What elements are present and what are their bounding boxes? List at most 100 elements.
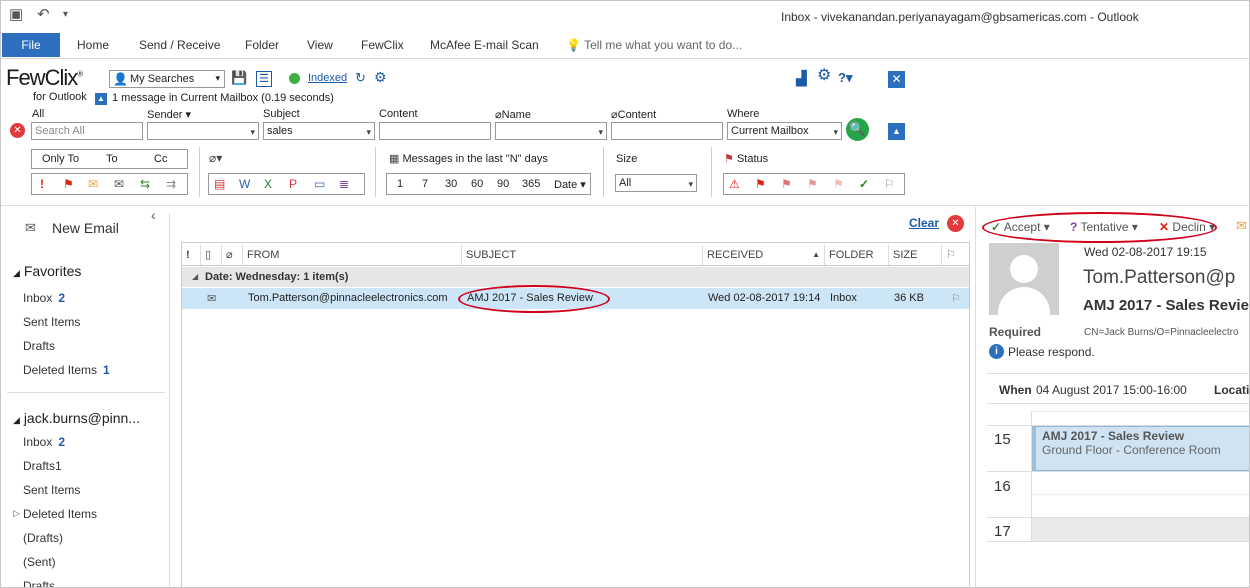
close-toolbar-icon[interactable]: ✕ — [888, 71, 905, 88]
clear-link[interactable]: Clear — [909, 216, 939, 230]
search-all-input[interactable]: Search All — [31, 122, 143, 140]
tab-mcafee[interactable]: McAfee E-mail Scan — [430, 38, 539, 52]
list-icon[interactable]: ☰ — [256, 71, 272, 87]
size-select[interactable]: All — [615, 174, 697, 192]
days-30-button[interactable]: 30 — [445, 178, 457, 190]
complete-check-icon[interactable]: ✓ — [859, 177, 869, 191]
flag-tomorrow-icon[interactable]: ⚑ — [807, 177, 818, 191]
collapse-group-icon[interactable]: ◢ — [192, 272, 198, 281]
content-input[interactable] — [379, 122, 491, 140]
warning-icon[interactable]: ⚠ — [729, 177, 740, 191]
excel-icon[interactable]: X — [264, 177, 272, 191]
attachment-content-input[interactable] — [611, 122, 723, 140]
undo-icon[interactable]: ↶ — [37, 5, 50, 23]
col-document-icon[interactable]: ▯ — [201, 245, 222, 265]
my-searches-dropdown[interactable]: 👤 My Searches ▾ — [109, 70, 225, 88]
days-365-button[interactable]: 365 — [522, 178, 540, 190]
favorites-header[interactable]: ◢ Favorites — [13, 263, 81, 279]
where-select[interactable]: Current Mailbox — [727, 122, 842, 140]
col-flag[interactable]: ⚐ — [942, 245, 969, 265]
group-header[interactable]: ◢ Date: Wednesday: 1 item(s) — [182, 267, 969, 287]
tab-home[interactable]: Home — [77, 38, 109, 52]
powerpoint-icon[interactable]: P — [289, 177, 297, 191]
options-gear-icon[interactable]: ⚙ — [817, 68, 831, 84]
replied-icon[interactable]: ⇆ — [140, 177, 150, 191]
unread-envelope-icon[interactable]: ✉ — [88, 177, 98, 191]
days-90-button[interactable]: 90 — [497, 178, 509, 190]
cc-button[interactable]: Cc — [154, 153, 167, 165]
flag-week-icon[interactable]: ⚑ — [833, 177, 844, 191]
new-email-button[interactable]: New Email — [52, 220, 119, 236]
flag-icon[interactable]: ⚑ — [63, 177, 74, 191]
col-subject[interactable]: SUBJECT — [462, 245, 703, 265]
message-subject: AMJ 2017 - Sales Review — [1083, 297, 1250, 314]
acct-inbox[interactable]: Inbox 2 — [23, 435, 65, 449]
fav-drafts[interactable]: Drafts — [23, 339, 55, 353]
date-dropdown[interactable]: Date ▾ — [554, 178, 586, 191]
acct-drafts-paren[interactable]: (Drafts) — [23, 531, 63, 545]
acct-drafts1[interactable]: Drafts1 — [23, 459, 62, 473]
fav-deleted-items[interactable]: Deleted Items 1 — [23, 363, 110, 377]
calendar-event[interactable]: AMJ 2017 - Sales Review Ground Floor - C… — [1032, 426, 1249, 471]
attachment-menu-icon[interactable]: ⌀▾ — [209, 151, 222, 165]
col-importance[interactable]: ! — [182, 245, 201, 265]
collapse-nav-icon[interactable]: ‹ — [151, 207, 156, 223]
sender-input[interactable] — [147, 122, 259, 140]
tab-view[interactable]: View — [307, 38, 333, 52]
respond-icon[interactable]: ✉ — [1236, 218, 1247, 234]
col-attachment-icon[interactable]: ⌀ — [222, 245, 243, 265]
clear-search-icon[interactable]: ✕ — [10, 123, 25, 138]
indexed-link[interactable]: Indexed — [308, 72, 347, 84]
search-button-icon[interactable]: 🔍 — [846, 118, 869, 141]
fav-sent-items[interactable]: Sent Items — [23, 315, 80, 329]
row-flag-icon[interactable]: ⚐ — [951, 292, 961, 305]
account-header[interactable]: ◢ jack.burns@pinn... — [13, 410, 140, 426]
clear-results-icon[interactable]: ✕ — [947, 215, 964, 232]
image-icon[interactable]: ▭ — [314, 177, 325, 191]
col-from[interactable]: FROM — [243, 245, 462, 265]
col-size[interactable]: SIZE — [889, 245, 942, 265]
importance-icon[interactable]: ! — [40, 177, 44, 191]
tab-fewclix[interactable]: FewClix — [361, 38, 404, 52]
col-received[interactable]: RECEIVED ▲ — [703, 245, 825, 265]
location-label: Locatio — [1214, 383, 1250, 397]
flag-red-icon[interactable]: ⚑ — [755, 177, 766, 191]
expand-up-icon[interactable]: ▲ — [888, 123, 905, 140]
sender-avatar — [989, 243, 1059, 315]
attachment-name-input[interactable] — [495, 122, 607, 140]
pdf-icon[interactable]: ▤ — [214, 177, 225, 191]
fav-inbox[interactable]: Inbox 2 — [23, 291, 65, 305]
acct-sent-paren[interactable]: (Sent) — [23, 555, 56, 569]
help-icon[interactable]: ?▾ — [838, 71, 852, 85]
acct-drafts[interactable]: Drafts — [23, 579, 55, 587]
outlook-app-icon[interactable]: ▣ — [9, 5, 23, 23]
chevron-down-icon: ▾ — [215, 73, 220, 83]
collapse-toolbar-icon[interactable]: ▲ — [95, 93, 107, 105]
tab-send-receive[interactable]: Send / Receive — [139, 38, 220, 52]
only-to-button[interactable]: Only To — [42, 153, 79, 165]
save-search-icon[interactable]: 💾 — [231, 71, 247, 85]
acct-deleted-items[interactable]: Deleted Items — [23, 507, 97, 521]
flag-none-icon[interactable]: ⚐ — [884, 177, 895, 191]
tab-file[interactable]: File — [2, 33, 60, 57]
flag-today-icon[interactable]: ⚑ — [781, 177, 792, 191]
read-envelope-icon[interactable]: ✉ — [114, 177, 124, 191]
expand-folder-icon[interactable]: ▷ — [13, 508, 20, 519]
subject-input[interactable]: sales — [263, 122, 375, 140]
archive-icon[interactable]: ≣ — [339, 177, 349, 191]
tab-folder[interactable]: Folder — [245, 38, 279, 52]
col-folder[interactable]: FOLDER — [825, 245, 889, 265]
acct-sent-items[interactable]: Sent Items — [23, 483, 80, 497]
qat-customize-icon[interactable]: ▾ — [63, 9, 68, 20]
chart-icon[interactable]: ▟ — [796, 71, 807, 85]
paperclip-icon: ⌀ — [495, 109, 502, 121]
days-60-button[interactable]: 60 — [471, 178, 483, 190]
days-1-button[interactable]: 1 — [397, 178, 403, 190]
refresh-icon[interactable]: ↻ — [355, 71, 366, 85]
forwarded-icon[interactable]: ⇉ — [166, 177, 176, 191]
tell-me-box[interactable]: 💡 Tell me what you want to do... — [566, 38, 742, 52]
word-icon[interactable]: W — [239, 177, 250, 191]
days-7-button[interactable]: 7 — [422, 178, 428, 190]
settings-gear-icon[interactable]: ⚙ — [374, 70, 387, 84]
to-button[interactable]: To — [106, 153, 118, 165]
